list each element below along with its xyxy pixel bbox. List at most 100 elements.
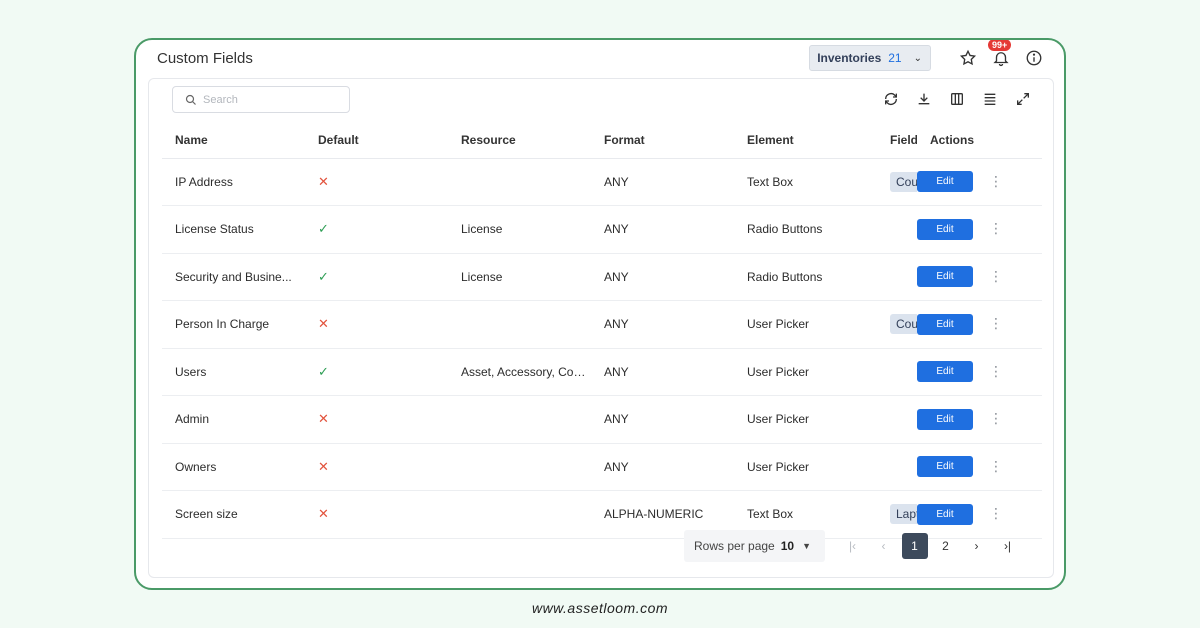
more-options-icon[interactable]: ⋮ <box>989 173 1003 190</box>
last-page-icon[interactable]: ›| <box>995 533 1021 559</box>
info-icon[interactable] <box>1024 48 1044 68</box>
search-box <box>172 86 350 113</box>
fullscreen-icon[interactable] <box>1013 89 1033 109</box>
cross-icon: ✕ <box>318 173 329 189</box>
cell-field <box>877 395 917 444</box>
edit-button[interactable]: Edit <box>917 503 973 525</box>
inventory-selector[interactable]: Inventories 21 ⌄ <box>809 45 931 71</box>
cell-default: ✕ <box>305 490 448 539</box>
footer-url: www.assetloom.com <box>531 600 669 616</box>
column-header-resource[interactable]: Resource <box>448 123 591 159</box>
column-header-field[interactable]: Field <box>877 123 917 159</box>
field-chip: Cou <box>890 171 917 192</box>
bell-icon[interactable]: 99+ <box>988 40 1012 68</box>
column-header-format[interactable]: Format <box>591 123 734 159</box>
more-options-icon[interactable]: ⋮ <box>989 458 1003 475</box>
table-row[interactable]: Owners ✕ ANY User Picker Edit ⋮ <box>162 443 1042 491</box>
edit-button[interactable]: Edit <box>917 408 973 430</box>
cell-element: Radio Buttons <box>734 253 877 301</box>
column-header-name[interactable]: Name <box>162 123 305 159</box>
cell-name: Person In Charge <box>162 300 305 349</box>
cross-icon: ✕ <box>318 458 329 474</box>
page-button-1[interactable]: 1 <box>901 533 928 559</box>
cell-default: ✓ <box>305 253 448 301</box>
cross-icon: ✕ <box>318 506 329 522</box>
refresh-icon[interactable] <box>881 89 901 109</box>
next-page-icon[interactable]: › <box>964 533 990 559</box>
cell-name: Owners <box>162 443 305 491</box>
columns-icon[interactable] <box>947 89 967 109</box>
table-row[interactable]: Person In Charge ✕ ANY User Picker Cou Edit ⋮ <box>162 300 1042 349</box>
table-row[interactable]: IP Address ✕ ANY Text Box Cou Edit ⋮ <box>162 158 1042 206</box>
cell-actions: Edit ⋮ <box>917 443 1042 491</box>
table-header-row: Name Default Resource Format Element Fie… <box>162 123 1042 159</box>
cell-name: Screen size <box>162 490 305 539</box>
download-icon[interactable] <box>914 89 934 109</box>
edit-button[interactable]: Edit <box>917 313 973 335</box>
cell-element: User Picker <box>734 348 877 396</box>
edit-button[interactable]: Edit <box>917 456 973 478</box>
column-header-default[interactable]: Default <box>305 123 448 159</box>
cell-element: Radio Buttons <box>734 205 877 254</box>
cell-resource <box>448 300 591 349</box>
cell-element: User Picker <box>734 395 877 444</box>
cross-icon: ✕ <box>318 411 329 427</box>
rows-per-page-select[interactable]: Rows per page 10 ▼ <box>684 530 825 562</box>
cell-resource <box>448 158 591 206</box>
edit-button[interactable]: Edit <box>917 171 973 193</box>
table-row[interactable]: License Status ✓ License ANY Radio Buttons Ed… <box>162 205 1042 254</box>
edit-button[interactable]: Edit <box>917 361 973 383</box>
cell-field: Cou <box>877 300 917 349</box>
cell-field <box>877 253 917 301</box>
cell-name: License Status <box>162 205 305 254</box>
cell-default: ✕ <box>305 158 448 206</box>
column-header-element[interactable]: Element <box>734 123 877 159</box>
rows-per-page-label: Rows per page <box>694 539 775 553</box>
cell-format: ANY <box>591 443 734 491</box>
cell-field: Cou <box>877 158 917 206</box>
edit-button[interactable]: Edit <box>917 218 973 240</box>
chevron-down-icon: ⌄ <box>913 52 922 64</box>
page-title: Custom Fields <box>157 50 253 67</box>
cell-element: User Picker <box>734 300 877 349</box>
cell-default: ✕ <box>305 443 448 491</box>
cross-icon: ✕ <box>318 316 329 332</box>
cell-actions: Edit ⋮ <box>917 395 1042 444</box>
density-icon[interactable] <box>980 89 1000 109</box>
cell-resource: License <box>448 205 591 254</box>
field-chip: Lapt <box>890 504 917 525</box>
check-icon: ✓ <box>318 221 329 237</box>
star-icon[interactable] <box>958 48 978 68</box>
cell-field <box>877 348 917 396</box>
column-header-actions: Actions <box>917 123 1042 159</box>
cell-field <box>877 443 917 491</box>
search-input[interactable] <box>203 93 343 106</box>
table-row[interactable]: Security and Busine... ✓ License ANY Radio B… <box>162 253 1042 301</box>
cell-name: Admin <box>162 395 305 444</box>
cell-element: Text Box <box>734 158 877 206</box>
page-button-2[interactable]: 2 <box>933 533 959 559</box>
edit-button[interactable]: Edit <box>917 266 973 288</box>
inventory-label: Inventories <box>817 51 882 65</box>
cell-actions: Edit ⋮ <box>917 348 1042 396</box>
more-options-icon[interactable]: ⋮ <box>989 268 1003 285</box>
table-row[interactable]: Users ✓ Asset, Accessory, Compo ANY User Pic… <box>162 348 1042 396</box>
top-bar: Inventories 21 ⌄ 99+ <box>809 40 1044 71</box>
prev-page-icon[interactable]: ‹ <box>871 533 897 559</box>
table-toolbar <box>868 89 1033 109</box>
cell-format: ANY <box>591 300 734 349</box>
inventory-count: 21 <box>888 51 902 65</box>
table-row[interactable]: Admin ✕ ANY User Picker Edit ⋮ <box>162 395 1042 444</box>
cell-name: IP Address <box>162 158 305 206</box>
check-icon: ✓ <box>318 268 329 284</box>
first-page-icon[interactable]: |‹ <box>840 533 866 559</box>
more-options-icon[interactable]: ⋮ <box>989 410 1003 427</box>
cell-actions: Edit ⋮ <box>917 253 1042 301</box>
more-options-icon[interactable]: ⋮ <box>989 505 1003 522</box>
more-options-icon[interactable]: ⋮ <box>989 315 1003 332</box>
app-window: Custom Fields Inventories 21 ⌄ 99+ Searc… <box>134 38 1066 590</box>
more-options-icon[interactable]: ⋮ <box>989 363 1003 380</box>
cell-format: ANY <box>591 395 734 444</box>
cell-actions: Edit ⋮ <box>917 205 1042 254</box>
more-options-icon[interactable]: ⋮ <box>989 220 1003 237</box>
